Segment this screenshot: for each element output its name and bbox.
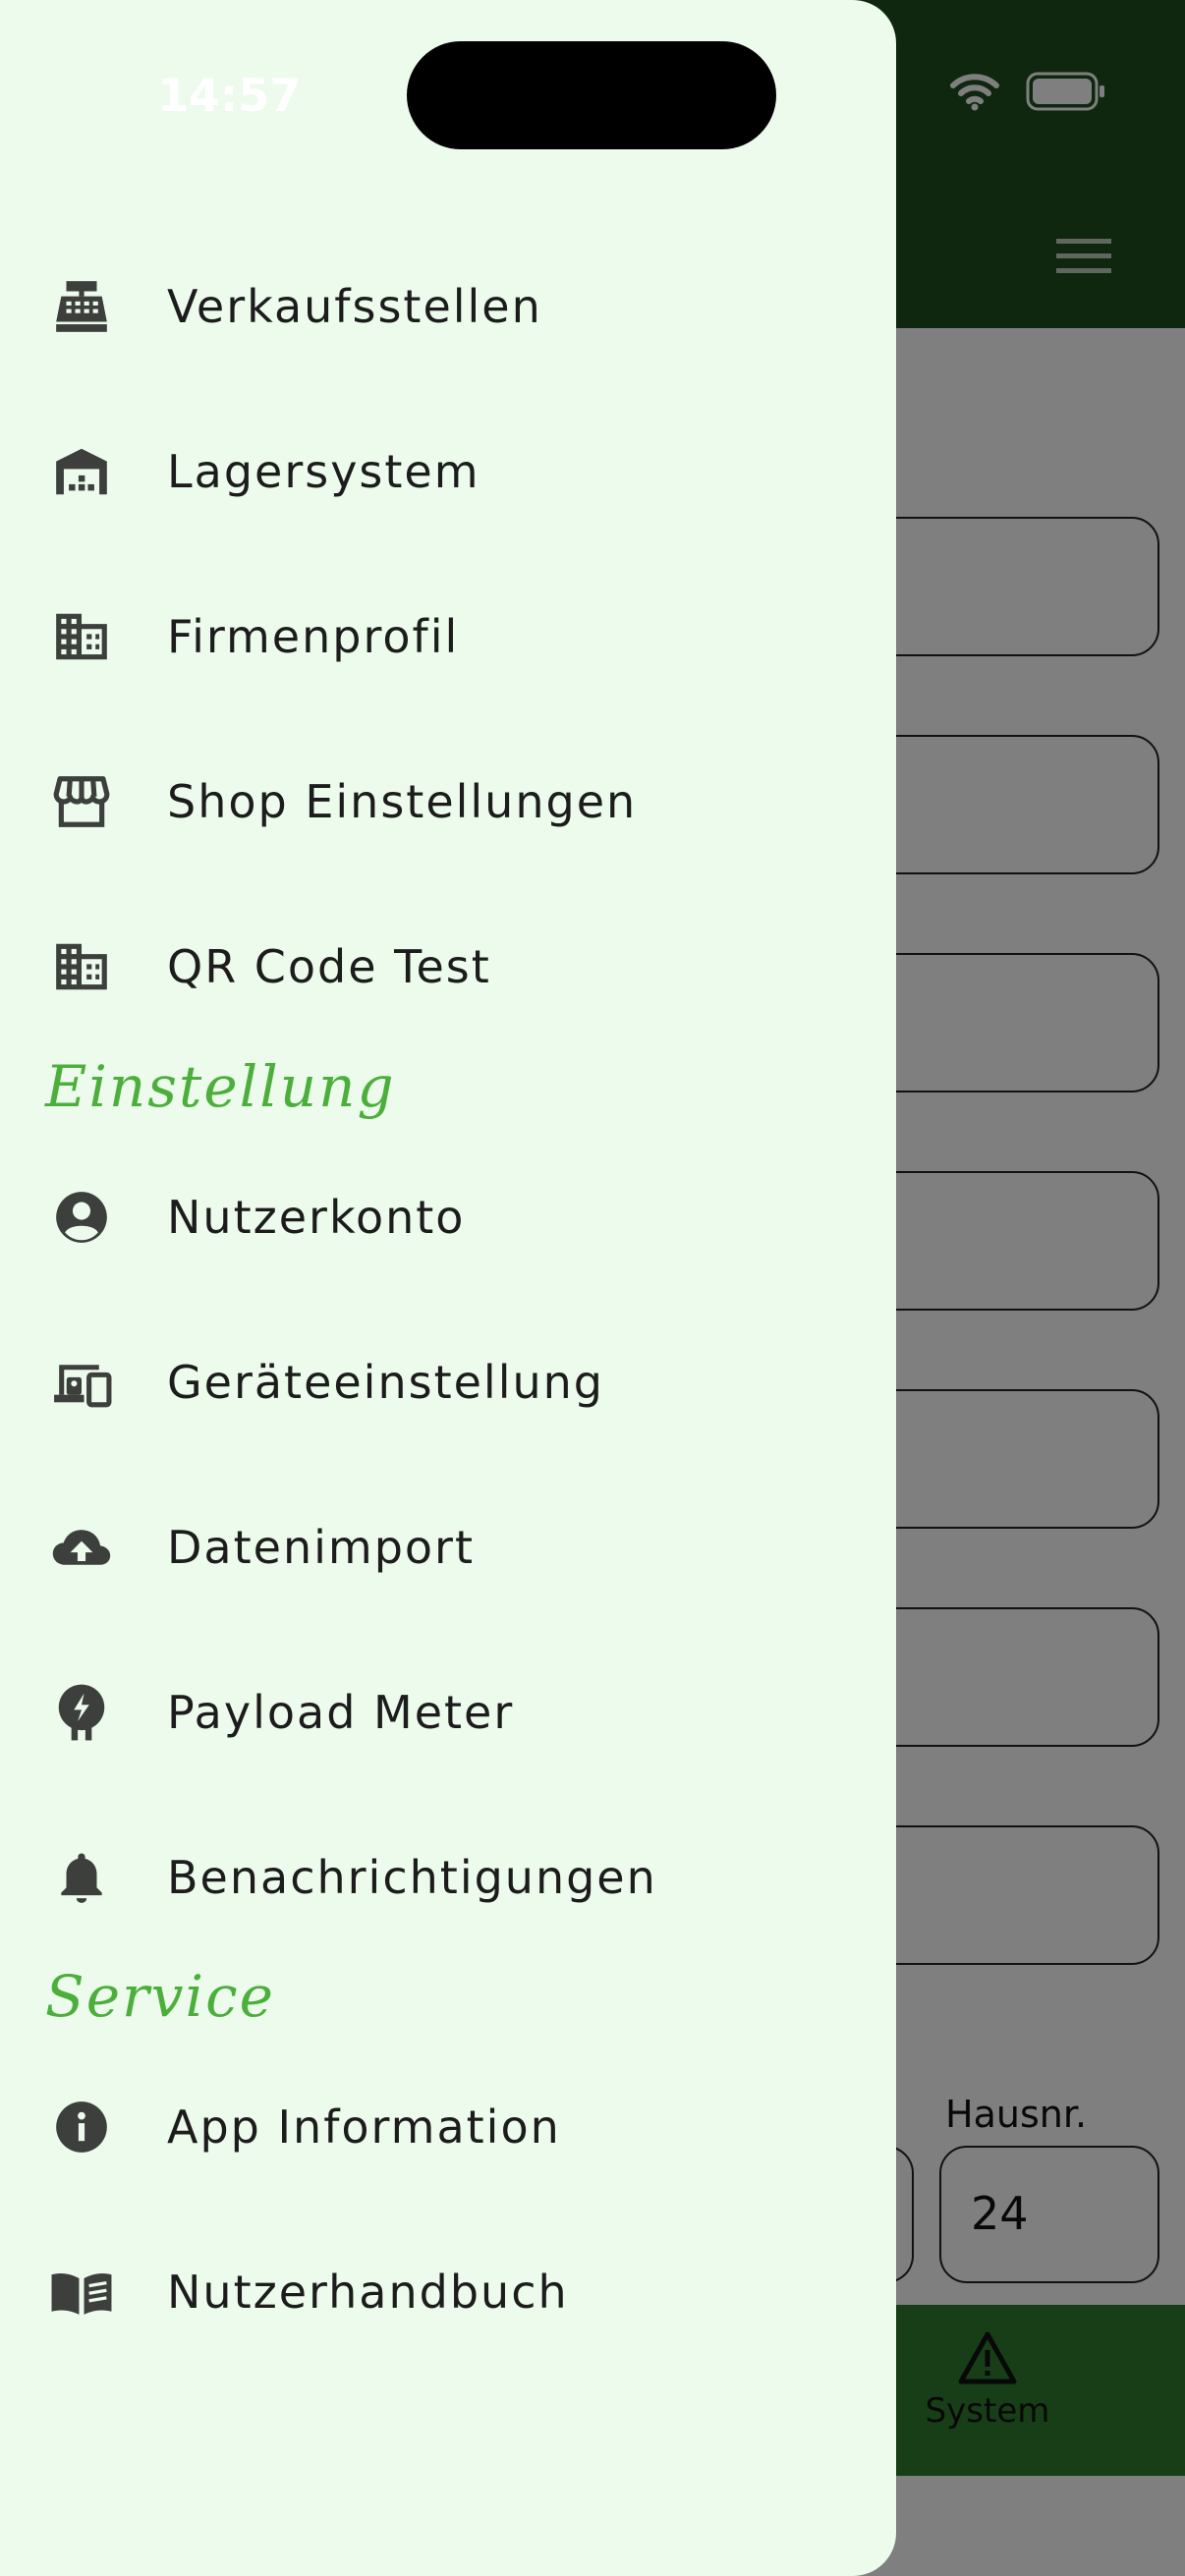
drawer-item-nutzerkonto[interactable]: Nutzerkonto (0, 1153, 896, 1281)
building-icon (49, 604, 114, 669)
drawer-item-label: Benachrichtigungen (167, 1851, 657, 1904)
section-header-service: Service (45, 1963, 275, 2030)
drawer-item-label: Datenimport (167, 1521, 475, 1574)
devices-icon (49, 1350, 114, 1415)
drawer-item-label: Payload Meter (167, 1686, 515, 1739)
warehouse-icon (49, 439, 114, 504)
storefront-icon (49, 769, 114, 834)
dynamic-island (407, 41, 776, 149)
drawer-item-payload-meter[interactable]: Payload Meter (0, 1649, 896, 1776)
drawer-item-label: Nutzerhandbuch (167, 2266, 569, 2319)
status-time: 14:57 (157, 69, 302, 122)
info-icon (49, 2095, 114, 2159)
book-icon (49, 2260, 114, 2324)
drawer-item-geraeteeinstellung[interactable]: Geräteeinstellung (0, 1318, 896, 1446)
drawer-item-label: Firmenprofil (167, 610, 460, 663)
cash-register-icon (49, 274, 114, 339)
drawer-item-shop-einstellungen[interactable]: Shop Einstellungen (0, 738, 896, 866)
section-header-einstellung: Einstellung (45, 1053, 396, 1120)
bell-icon (49, 1845, 114, 1910)
drawer-item-benachrichtigungen[interactable]: Benachrichtigungen (0, 1814, 896, 1941)
drawer-item-label: QR Code Test (167, 940, 491, 993)
drawer-item-qr-code-test[interactable]: QR Code Test (0, 903, 896, 1031)
payload-meter-icon (49, 1680, 114, 1745)
drawer-item-app-information[interactable]: App Information (0, 2063, 896, 2191)
cloud-upload-icon (49, 1515, 114, 1580)
navigation-drawer: 14:57 Verkaufsstellen Lagersystem Firmen… (0, 0, 896, 2576)
drawer-item-label: Nutzerkonto (167, 1191, 466, 1244)
drawer-item-verkaufsstellen[interactable]: Verkaufsstellen (0, 243, 896, 370)
drawer-item-nutzerhandbuch[interactable]: Nutzerhandbuch (0, 2228, 896, 2356)
drawer-item-label: Shop Einstellungen (167, 775, 638, 828)
drawer-item-label: App Information (167, 2100, 561, 2154)
drawer-item-firmenprofil[interactable]: Firmenprofil (0, 573, 896, 700)
building-icon (49, 934, 114, 999)
drawer-item-label: Lagersystem (167, 445, 480, 498)
drawer-item-label: Verkaufsstellen (167, 280, 542, 333)
drawer-item-lagersystem[interactable]: Lagersystem (0, 408, 896, 535)
drawer-item-label: Geräteeinstellung (167, 1356, 604, 1409)
drawer-item-datenimport[interactable]: Datenimport (0, 1484, 896, 1611)
account-circle-icon (49, 1185, 114, 1250)
